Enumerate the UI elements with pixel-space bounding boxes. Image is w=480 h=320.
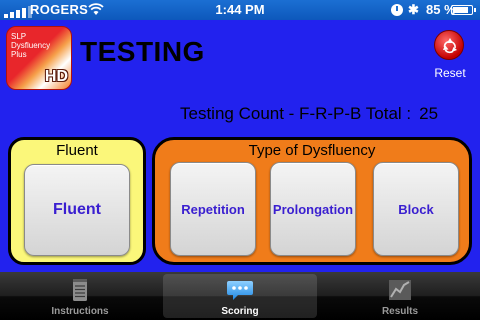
tab-instructions-label: Instructions: [51, 306, 109, 317]
tab-scoring-label: Scoring: [221, 306, 259, 317]
dysfluency-panel-heading: Type of Dysfluency: [248, 142, 376, 159]
alarm-clock-icon: [391, 4, 403, 16]
reset-label: Reset: [434, 66, 466, 80]
block-button[interactable]: Block: [373, 162, 459, 256]
app-logo: SLP Dysfluency Plus HD: [6, 26, 72, 90]
speech-bubble-icon: [227, 281, 253, 300]
testing-count: Testing Count - F-R-P-B Total : 25: [180, 104, 438, 124]
reset-button[interactable]: Reset: [428, 30, 472, 82]
battery-fill: [453, 7, 468, 13]
notepad-icon: [73, 279, 87, 301]
bluetooth-icon: ✱: [408, 2, 419, 17]
tab-results[interactable]: Results: [320, 272, 480, 320]
repetition-button[interactable]: Repetition: [170, 162, 256, 256]
dysfluency-type-panel: Type of Dysfluency Repetition Prolongati…: [152, 137, 472, 265]
logo-hd-badge: HD: [44, 68, 68, 85]
fluent-panel-heading: Fluent: [56, 142, 98, 159]
fluent-panel: Fluent Fluent: [8, 137, 146, 265]
logo-text: SLP Dysfluency Plus: [11, 32, 51, 59]
prolongation-button[interactable]: Prolongation: [270, 162, 356, 256]
tab-bar: Instructions Scoring Results: [0, 272, 480, 320]
testing-count-value: 25: [419, 104, 439, 123]
testing-count-label: Testing Count - F-R-P-B Total :: [180, 104, 412, 123]
chart-icon: [389, 280, 411, 300]
tab-scoring[interactable]: Scoring: [160, 272, 320, 320]
recycle-icon: [434, 30, 464, 60]
tab-instructions[interactable]: Instructions: [0, 272, 160, 320]
tab-results-label: Results: [381, 306, 419, 317]
fluent-button[interactable]: Fluent: [24, 164, 130, 256]
page-title: TESTING: [80, 36, 205, 67]
status-bar: ROGERS 1:44 PM ✱ 85 %: [0, 0, 480, 20]
battery-icon: [451, 5, 476, 15]
